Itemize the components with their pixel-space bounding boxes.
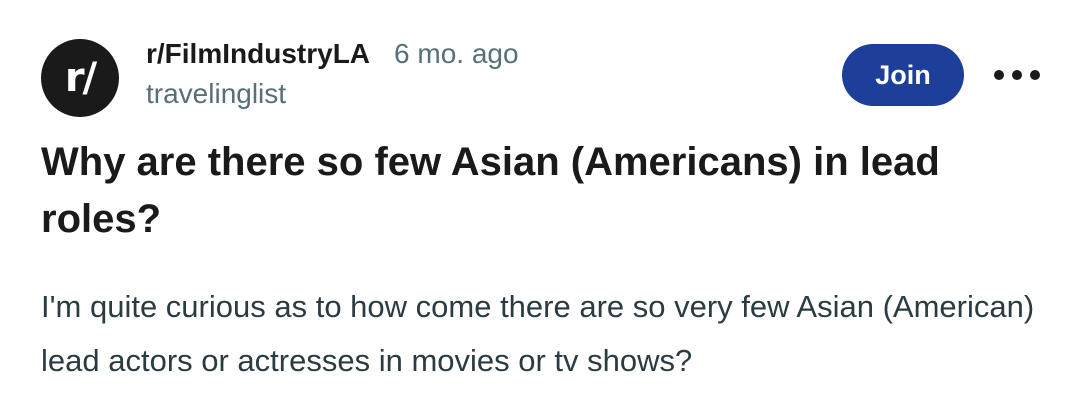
- author-username[interactable]: travelinglist: [146, 78, 286, 110]
- more-dot: [994, 70, 1004, 80]
- post-time: 6 mo. ago: [394, 38, 519, 69]
- more-options-icon[interactable]: [994, 58, 1040, 92]
- post-card: r/ r/FilmIndustryLA 6 mo. ago travelingl…: [0, 0, 1080, 409]
- more-dot: [1012, 70, 1022, 80]
- join-button[interactable]: Join: [842, 44, 964, 106]
- subreddit-avatar[interactable]: r/: [41, 39, 119, 117]
- post-body: I'm quite curious as to how come there a…: [41, 289, 1035, 378]
- post-meta: r/FilmIndustryLA 6 mo. ago: [146, 36, 519, 72]
- subreddit-link[interactable]: r/FilmIndustryLA: [146, 38, 370, 70]
- post-title[interactable]: Why are there so few Asian (Americans) i…: [41, 134, 1041, 248]
- subreddit-avatar-text: r/: [64, 55, 97, 101]
- more-dot: [1030, 70, 1040, 80]
